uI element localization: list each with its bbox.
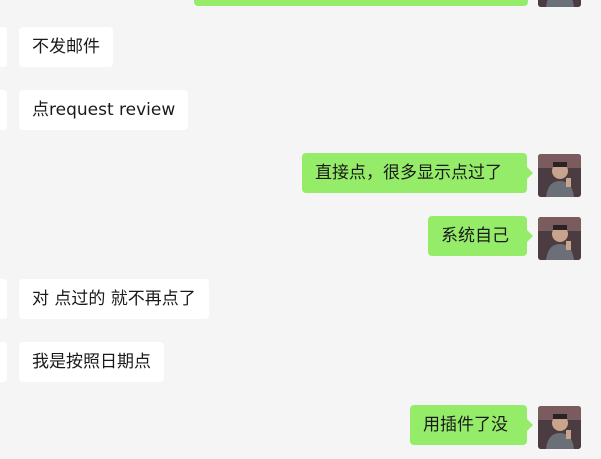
message-bubble-outgoing[interactable]: 系统自己 xyxy=(428,216,533,256)
message-text: 不发邮件 xyxy=(32,37,100,57)
message-text: 点request review xyxy=(32,100,176,120)
sender-avatar-edge[interactable] xyxy=(0,27,7,67)
message-text: 直接点，很多显示点过了 xyxy=(315,163,502,183)
message-bubble-incoming[interactable]: 不发邮件 xyxy=(19,27,113,67)
message-bubble-incoming[interactable]: 我是按照日期点 xyxy=(19,342,164,382)
message-bubble-outgoing[interactable]: 直接点，很多显示点过了 xyxy=(302,153,533,193)
avatar[interactable] xyxy=(538,217,581,260)
avatar-photo-icon xyxy=(538,406,581,449)
chat-message-area: 不发邮件 点request review 直接点，很多显示点过了 系统自己 对 … xyxy=(0,0,601,459)
message-text: 系统自己 xyxy=(441,226,509,246)
message-bubble-incoming[interactable]: 点request review xyxy=(19,90,189,130)
message-bubble-outgoing-partial[interactable] xyxy=(194,0,528,6)
avatar[interactable] xyxy=(538,406,581,449)
message-bubble-outgoing[interactable]: 用插件了没 xyxy=(410,405,533,445)
avatar[interactable] xyxy=(538,154,581,197)
message-bubble-incoming[interactable]: 对 点过的 就不再点了 xyxy=(19,279,209,319)
sender-avatar-edge[interactable] xyxy=(0,279,7,319)
avatar-photo-icon xyxy=(538,154,581,197)
avatar-photo-icon xyxy=(538,217,581,260)
sender-avatar-edge[interactable] xyxy=(0,342,7,382)
avatar-photo-icon xyxy=(538,0,581,7)
message-text: 用插件了没 xyxy=(423,415,508,435)
sender-avatar-edge[interactable] xyxy=(0,90,7,130)
message-text: 对 点过的 就不再点了 xyxy=(32,289,196,309)
message-text: 我是按照日期点 xyxy=(32,352,151,372)
avatar[interactable] xyxy=(538,0,581,7)
